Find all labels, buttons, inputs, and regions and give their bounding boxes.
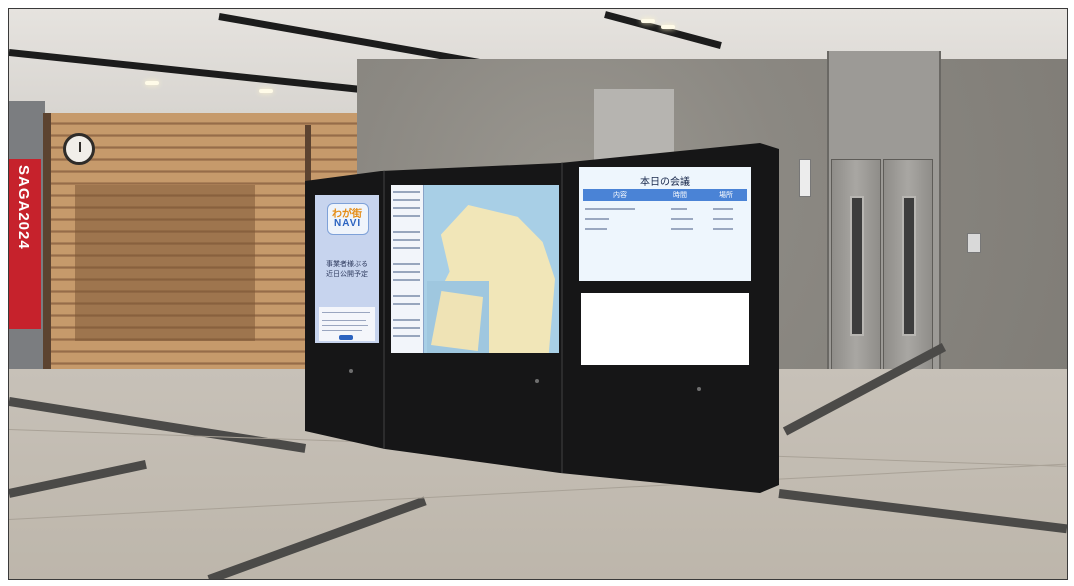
map-screen	[391, 185, 559, 353]
wall-clock-icon	[63, 133, 95, 165]
sidebar-row	[393, 327, 420, 329]
sidebar-row	[393, 215, 420, 217]
sidebar-row	[393, 191, 420, 193]
elevator-window	[902, 196, 916, 336]
column-header-time: 時間	[673, 191, 687, 199]
sidebar-row	[393, 263, 420, 265]
meeting-schedule-screen: 本日の会議 内容 時間 場所	[579, 167, 751, 281]
intercom-panel	[967, 233, 981, 253]
notice-line-2: 近日公開予定	[326, 270, 368, 278]
navi-logo: わが街 NAVI	[327, 203, 369, 235]
ceiling-light	[661, 25, 675, 29]
shutter-post	[43, 113, 51, 371]
sidebar-row	[393, 319, 420, 321]
row-cell	[713, 228, 733, 230]
kiosk-sensor	[349, 369, 353, 373]
info-line	[322, 325, 368, 326]
sidebar-row	[393, 279, 420, 281]
floor-stripe	[207, 496, 427, 579]
schedule-row	[583, 205, 747, 213]
elevator-call-button	[799, 159, 811, 197]
map-sidebar	[391, 185, 424, 353]
ceiling-beam	[9, 49, 388, 96]
left-portrait-screen: わが街 NAVI 事業者様ぶる 近日公開予定	[315, 195, 379, 343]
schedule-title: 本日の会議	[640, 177, 690, 188]
row-cell	[713, 218, 733, 220]
row-cell	[713, 208, 733, 210]
elevator-door-left	[831, 159, 881, 389]
column-header-place: 場所	[719, 191, 733, 199]
row-cell	[585, 218, 609, 220]
notice-line-1: 事業者様ぶる	[326, 260, 368, 268]
row-cell	[671, 218, 693, 220]
sidebar-row	[393, 335, 420, 337]
notice-text: 事業者様ぶる 近日公開予定	[317, 259, 377, 279]
sidebar-row	[393, 295, 420, 297]
photo-frame: SAGA2024 わが街 NAVI 事業者様ぶる 近日公開予定 本日の会議 内容…	[8, 8, 1068, 580]
row-cell	[671, 208, 687, 210]
row-cell	[671, 228, 693, 230]
sidebar-row	[393, 247, 420, 249]
logo-bottom-text: NAVI	[334, 218, 362, 229]
info-line	[322, 312, 370, 313]
info-line	[322, 330, 362, 331]
schedule-row	[583, 215, 747, 223]
elevator-window	[850, 196, 864, 336]
ceiling-beam	[604, 11, 722, 49]
sidebar-row	[393, 231, 420, 233]
schedule-row	[583, 225, 747, 233]
ceiling-light	[145, 81, 159, 85]
info-line	[322, 320, 366, 321]
shop-interior	[75, 185, 255, 341]
kiosk-panel-seam	[383, 143, 385, 473]
kiosk-panel-seam	[561, 143, 563, 473]
floor-stripe	[9, 397, 307, 453]
footer-logo	[339, 335, 353, 340]
ceiling-light	[259, 89, 273, 93]
sidebar-row	[393, 271, 420, 273]
blank-screen	[581, 293, 749, 365]
ceiling-light	[641, 19, 655, 23]
sidebar-row	[393, 303, 420, 305]
saga-banner: SAGA2024	[9, 159, 41, 329]
row-cell	[585, 228, 607, 230]
sidebar-row	[393, 239, 420, 241]
schedule-header: 内容 時間 場所	[583, 189, 747, 201]
floor-stripe	[9, 459, 147, 498]
row-cell	[585, 208, 635, 210]
column-header-content: 内容	[613, 191, 627, 199]
kiosk-sensor	[697, 387, 701, 391]
floor-stripe	[778, 489, 1067, 534]
sidebar-row	[393, 199, 420, 201]
sidebar-row	[393, 207, 420, 209]
kiosk-sensor	[535, 379, 539, 383]
banner-text: SAGA2024	[15, 165, 32, 250]
